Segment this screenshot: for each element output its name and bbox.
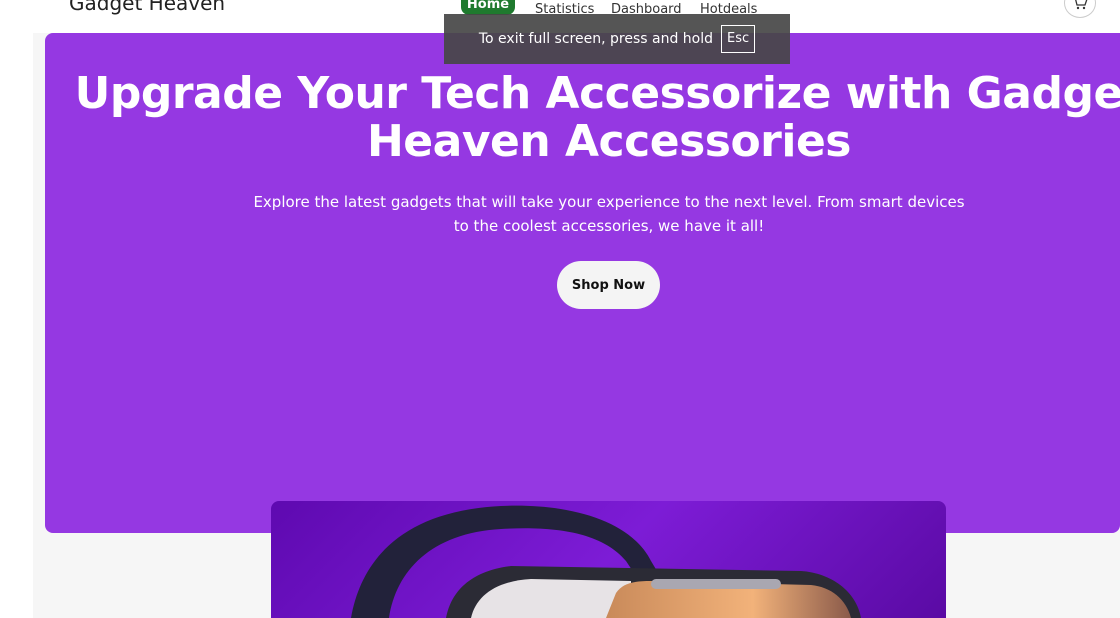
cart-icon	[1075, 0, 1088, 10]
brand-logo[interactable]: Gadget Heaven	[69, 0, 225, 15]
shop-now-button[interactable]: Shop Now	[557, 261, 660, 309]
hero-title: Upgrade Your Tech Accessorize with Gadge…	[74, 68, 1120, 167]
fullscreen-notice: To exit full screen, press and hold Esc	[444, 14, 790, 64]
hero-product-image	[271, 501, 946, 618]
hero-subtitle: Explore the latest gadgets that will tak…	[253, 193, 965, 235]
esc-key-badge: Esc	[721, 25, 756, 53]
fullscreen-notice-text: To exit full screen, press and hold	[478, 31, 713, 47]
nav-home-link[interactable]: Home	[461, 0, 515, 15]
vr-headset-image	[351, 505, 861, 618]
